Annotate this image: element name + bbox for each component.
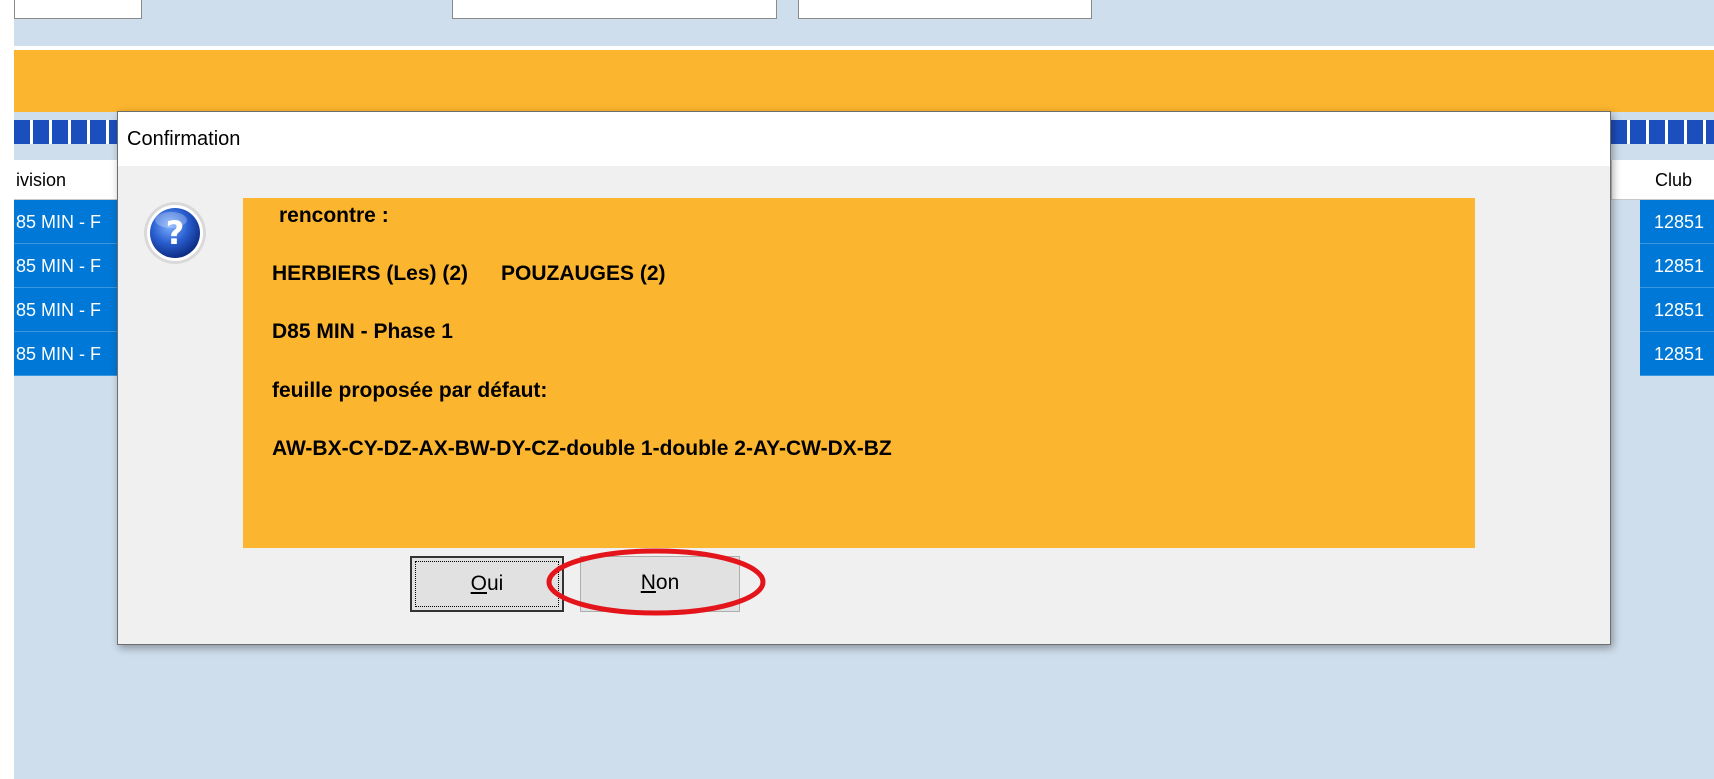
progress-bar-left bbox=[14, 120, 118, 144]
non-label: on bbox=[655, 571, 680, 594]
oui-label: ui bbox=[486, 572, 504, 595]
table-row-club[interactable]: 12851 bbox=[1640, 332, 1714, 376]
progress-bar-right bbox=[1611, 120, 1714, 144]
table-row-division[interactable]: 85 MIN - F bbox=[14, 288, 120, 332]
message-rencontre: rencontre : bbox=[279, 204, 389, 227]
oui-mnemonic: O bbox=[470, 572, 487, 595]
non-mnemonic: N bbox=[640, 571, 656, 594]
oui-button[interactable]: Oui bbox=[410, 556, 564, 612]
header-banner bbox=[14, 50, 1714, 112]
message-away-team: POUZAUGES (2) bbox=[501, 262, 666, 285]
table-row-division[interactable]: 85 MIN - F bbox=[14, 200, 120, 244]
column-header-club[interactable]: Club bbox=[1611, 160, 1714, 200]
message-sheet-order: AW-BX-CY-DZ-AX-BW-DY-CZ-double 1-double … bbox=[272, 437, 892, 460]
non-button[interactable]: Non bbox=[580, 556, 740, 612]
confirmation-dialog: Confirmation ? rencontre : HERBIERS (Les… bbox=[117, 111, 1611, 645]
toolbar-button-3[interactable] bbox=[798, 0, 1092, 19]
toolbar-button-2[interactable] bbox=[452, 0, 777, 19]
table-row-club[interactable]: 12851 bbox=[1640, 288, 1714, 332]
dialog-titlebar[interactable]: Confirmation bbox=[118, 112, 1610, 166]
table-row-club[interactable]: 12851 bbox=[1640, 244, 1714, 288]
message-division: D85 MIN - Phase 1 bbox=[272, 320, 453, 343]
svg-text:?: ? bbox=[166, 214, 185, 252]
column-header-club-label: Club bbox=[1655, 170, 1693, 190]
message-sheet-label: feuille proposée par défaut: bbox=[272, 379, 548, 402]
question-icon: ? bbox=[142, 200, 208, 266]
column-header-division[interactable]: ivision bbox=[14, 160, 118, 200]
column-header-division-label: ivision bbox=[16, 170, 67, 190]
message-home-team: HERBIERS (Les) (2) bbox=[272, 262, 469, 285]
table-row-division[interactable]: 85 MIN - F bbox=[14, 244, 120, 288]
message-panel: rencontre : HERBIERS (Les) (2) POUZAUGES… bbox=[243, 198, 1475, 548]
toolbar-button-1[interactable] bbox=[14, 0, 142, 19]
dialog-title: Confirmation bbox=[127, 128, 241, 150]
table-row-division[interactable]: 85 MIN - F bbox=[14, 332, 120, 376]
table-row-club[interactable]: 12851 bbox=[1640, 200, 1714, 244]
